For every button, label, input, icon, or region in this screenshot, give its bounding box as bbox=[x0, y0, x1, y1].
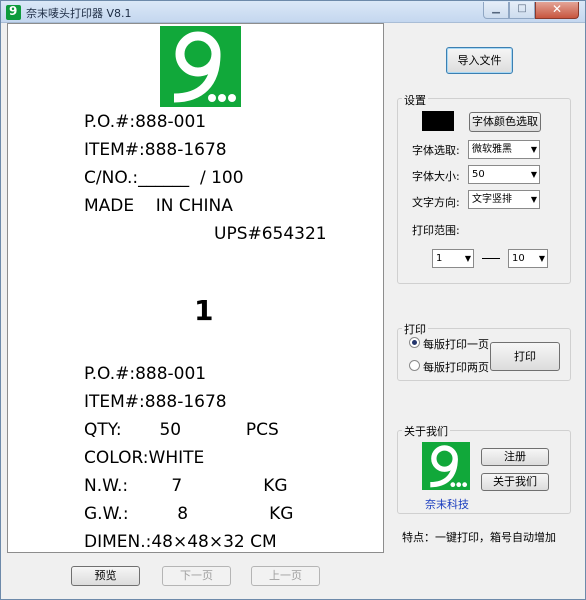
two-per-sheet-radio[interactable] bbox=[409, 360, 420, 371]
brand-logo-image bbox=[160, 26, 241, 107]
register-button[interactable]: 注册 bbox=[481, 448, 549, 466]
font-family-select[interactable]: 微软雅黑 ▼ bbox=[468, 140, 540, 159]
app-window: 9 奈末唛头打印器 V8.1 ▁ □ ✕ P.O.#:888-001 ITEM#… bbox=[0, 0, 586, 600]
label-qty-line: QTY: 50 PCS bbox=[84, 420, 279, 440]
font-size-value: 50 bbox=[472, 169, 485, 180]
label-po-line: P.O.#:888-001 bbox=[84, 112, 207, 132]
label-ups-line: UPS#654321 bbox=[214, 224, 327, 244]
chevron-down-icon: ▼ bbox=[530, 170, 537, 179]
about-us-button[interactable]: 关于我们 bbox=[481, 473, 549, 491]
print-button[interactable]: 打印 bbox=[490, 342, 560, 371]
maximize-icon: □ bbox=[517, 3, 527, 14]
font-size-select[interactable]: 50 ▼ bbox=[468, 165, 540, 184]
chevron-down-icon: ▼ bbox=[530, 195, 537, 204]
font-family-label: 字体选取: bbox=[412, 144, 460, 157]
window-controls: ▁ □ ✕ bbox=[483, 2, 579, 20]
print-range-label: 打印范围: bbox=[412, 224, 460, 237]
title-bar: 9 奈末唛头打印器 V8.1 ▁ □ ✕ bbox=[1, 1, 585, 23]
font-color-swatch bbox=[422, 111, 454, 131]
label-page-number: 1 bbox=[194, 294, 214, 327]
label-item-line: ITEM#:888-1678 bbox=[84, 140, 227, 160]
font-size-label: 字体大小: bbox=[412, 170, 460, 183]
text-direction-value: 文字竖排 bbox=[472, 194, 512, 205]
close-button[interactable]: ✕ bbox=[535, 2, 579, 19]
one-per-sheet-radio[interactable] bbox=[409, 337, 420, 348]
label-item-line-2: ITEM#:888-1678 bbox=[84, 392, 227, 412]
font-color-button[interactable]: 字体颜色选取 bbox=[469, 112, 541, 132]
range-to-value: 10 bbox=[512, 253, 525, 264]
chevron-down-icon: ▼ bbox=[538, 254, 545, 263]
preview-button[interactable]: 预览 bbox=[71, 566, 140, 586]
app-icon: 9 bbox=[6, 4, 21, 20]
minimize-button[interactable]: ▁ bbox=[483, 2, 509, 19]
label-po-line-2: P.O.#:888-001 bbox=[84, 364, 207, 384]
import-file-button[interactable]: 导入文件 bbox=[446, 47, 513, 74]
two-per-sheet-label: 每版打印两页 bbox=[423, 361, 489, 374]
chevron-down-icon: ▼ bbox=[530, 145, 537, 154]
company-name: 奈末科技 bbox=[425, 498, 469, 511]
label-color-line: COLOR:WHITE bbox=[84, 448, 205, 468]
window-title: 奈末唛头打印器 V8.1 bbox=[26, 7, 132, 20]
range-from-select[interactable]: 1 ▼ bbox=[432, 249, 474, 268]
font-family-value: 微软雅黑 bbox=[472, 144, 512, 155]
range-separator bbox=[482, 258, 500, 259]
minimize-icon: ▁ bbox=[492, 3, 500, 14]
chevron-down-icon: ▼ bbox=[464, 254, 471, 263]
next-page-button[interactable]: 下一页 bbox=[162, 566, 231, 586]
label-nw-line: N.W.: 7 KG bbox=[84, 476, 288, 496]
one-per-sheet-label: 每版打印一页 bbox=[423, 338, 489, 351]
print-title: 打印 bbox=[402, 321, 428, 337]
close-icon: ✕ bbox=[551, 2, 563, 16]
label-gw-line: G.W.: 8 KG bbox=[84, 504, 294, 524]
company-logo-image bbox=[422, 442, 470, 490]
feature-text: 特点：一键打印，箱号自动增加 bbox=[402, 531, 556, 544]
text-direction-label: 文字方向: bbox=[412, 196, 460, 209]
range-from-value: 1 bbox=[436, 253, 443, 264]
maximize-button[interactable]: □ bbox=[509, 2, 535, 19]
text-direction-select[interactable]: 文字竖排 ▼ bbox=[468, 190, 540, 209]
range-to-select[interactable]: 10 ▼ bbox=[508, 249, 548, 268]
previous-page-button[interactable]: 上一页 bbox=[251, 566, 320, 586]
label-preview: P.O.#:888-001 ITEM#:888-1678 C/NO.:_____… bbox=[7, 23, 384, 553]
settings-title: 设置 bbox=[402, 92, 428, 108]
label-origin-line: MADE IN CHINA bbox=[84, 196, 233, 216]
about-title: 关于我们 bbox=[402, 423, 450, 439]
label-carton-line: C/NO.:______ / 100 bbox=[84, 168, 244, 188]
label-dimen-line: DIMEN.:48×48×32 CM bbox=[84, 532, 277, 552]
